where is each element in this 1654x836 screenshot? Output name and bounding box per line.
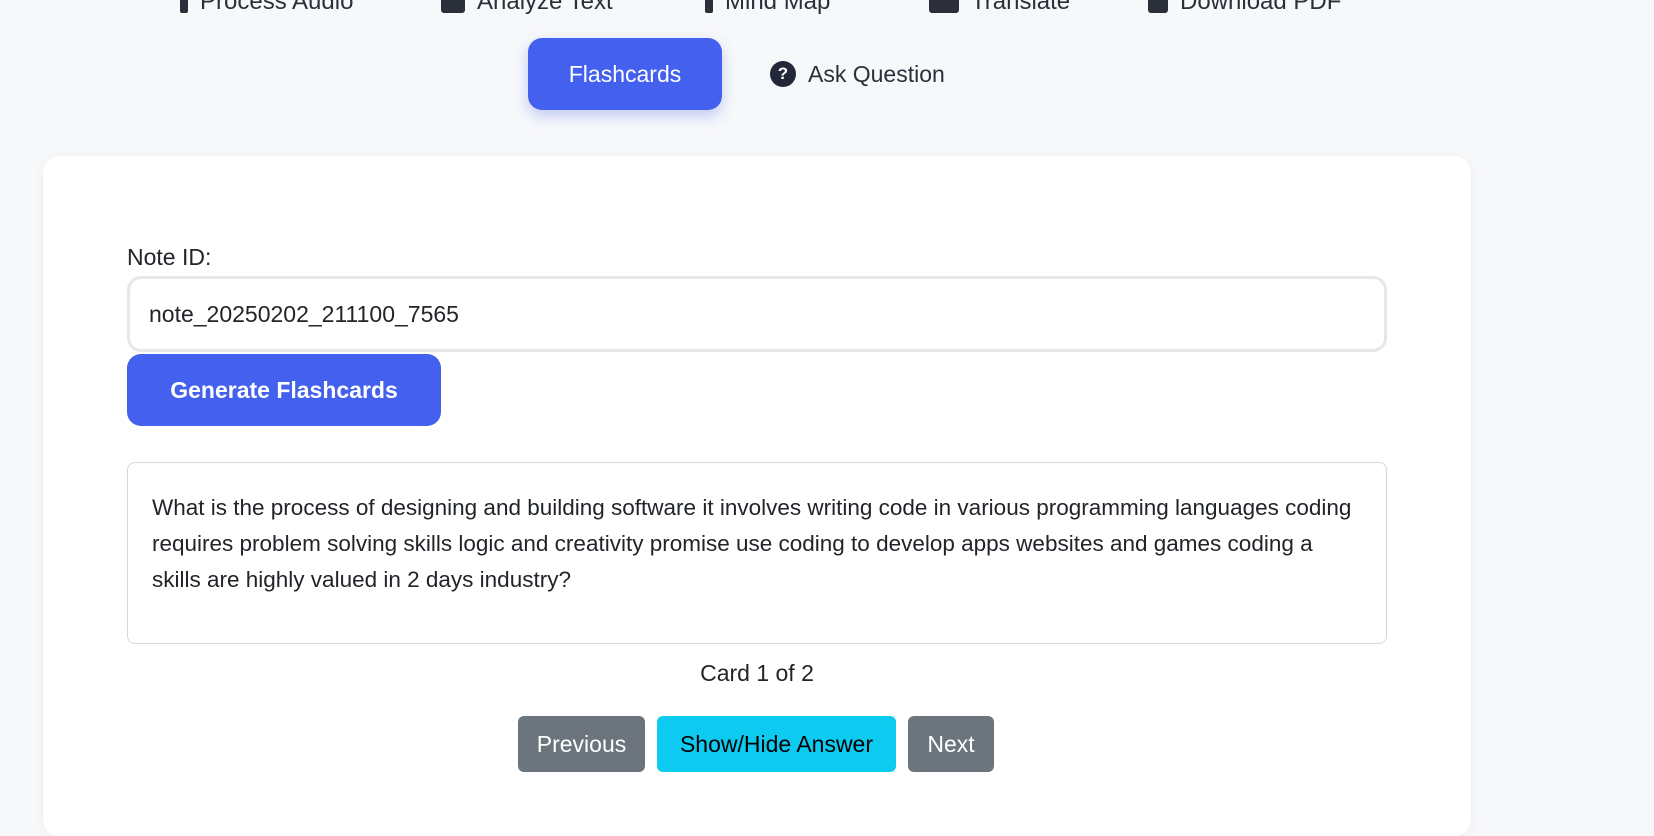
tab-flashcards[interactable]: Flashcards xyxy=(528,38,722,110)
note-id-label: Note ID: xyxy=(127,244,212,270)
nav-label: Mind Map xyxy=(725,0,831,15)
mind-map-icon xyxy=(705,0,713,13)
generate-flashcards-button[interactable]: Generate Flashcards xyxy=(127,354,441,426)
nav-label: Analyze Text xyxy=(477,0,613,15)
note-id-input[interactable] xyxy=(127,276,1387,352)
top-navigation: Process Audio Analyze Text Mind Map Tran… xyxy=(0,0,1654,22)
pdf-icon xyxy=(1148,0,1168,13)
previous-button[interactable]: Previous xyxy=(518,716,645,772)
nav-translate[interactable]: Translate xyxy=(929,0,1070,22)
tab-ask-question-label: Ask Question xyxy=(808,60,945,87)
show-hide-answer-button[interactable]: Show/Hide Answer xyxy=(657,716,896,772)
nav-download-pdf[interactable]: Download PDF xyxy=(1148,0,1341,22)
next-button[interactable]: Next xyxy=(908,716,994,772)
tab-ask-question[interactable]: ? Ask Question xyxy=(770,38,945,110)
card-counter: Card 1 of 2 xyxy=(700,660,814,686)
flashcard[interactable]: What is the process of designing and bui… xyxy=(127,462,1387,644)
question-circle-icon: ? xyxy=(770,61,796,87)
nav-process-audio[interactable]: Process Audio xyxy=(180,0,353,22)
nav-label: Translate xyxy=(971,0,1071,15)
nav-label: Download PDF xyxy=(1180,0,1342,15)
nav-mind-map[interactable]: Mind Map xyxy=(705,0,830,22)
nav-label: Process Audio xyxy=(200,0,354,15)
flashcards-panel: Note ID: Generate Flashcards What is the… xyxy=(43,156,1471,836)
flashcard-question: What is the process of designing and bui… xyxy=(152,495,1352,592)
microphone-icon xyxy=(180,0,188,13)
text-icon xyxy=(441,0,465,13)
nav-analyze-text[interactable]: Analyze Text xyxy=(441,0,613,22)
tab-flashcards-label: Flashcards xyxy=(568,60,682,87)
translate-icon xyxy=(929,0,959,13)
